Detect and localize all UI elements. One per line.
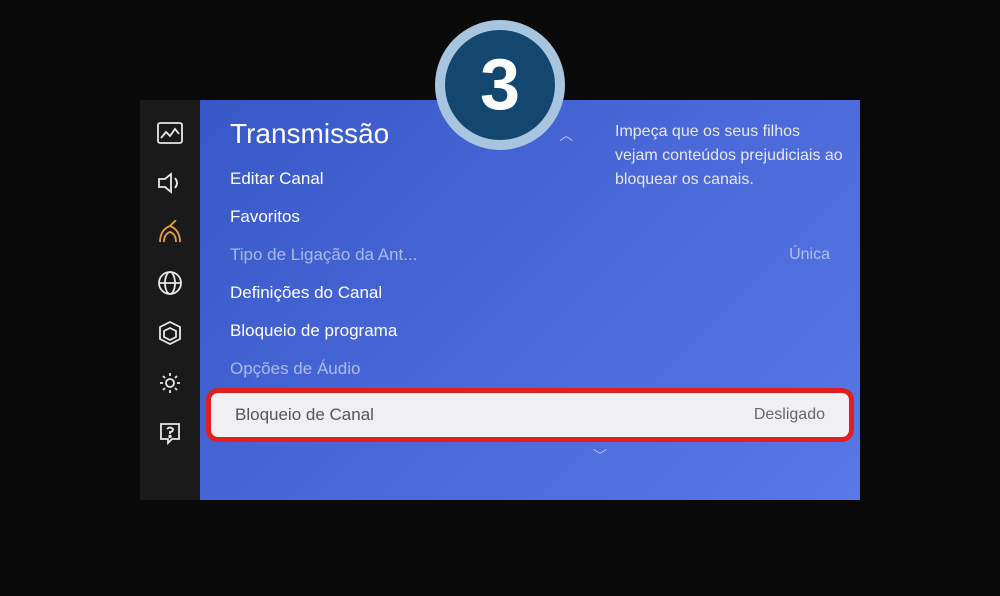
help-text: Impeça que os seus filhos vejam conteúdo…	[605, 110, 855, 202]
menu-item-favoritos[interactable]: Favoritos	[200, 198, 860, 236]
sidebar	[140, 100, 200, 500]
picture-icon[interactable]	[155, 118, 185, 148]
support-icon[interactable]	[155, 418, 185, 448]
system-icon[interactable]	[155, 318, 185, 348]
menu-label: Favoritos	[230, 207, 300, 227]
menu-label: Editar Canal	[230, 169, 324, 189]
menu-list: Editar Canal Favoritos Tipo de Ligação d…	[200, 160, 860, 442]
menu-item-tipo-ligacao[interactable]: Tipo de Ligação da Ant... Única	[200, 236, 860, 274]
panel-title: Transmissão	[200, 110, 419, 160]
menu-label: Bloqueio de Canal	[235, 405, 374, 425]
menu-label: Definições do Canal	[230, 283, 382, 303]
general-icon[interactable]	[155, 368, 185, 398]
broadcast-icon[interactable]	[155, 218, 185, 248]
menu-item-definicoes-canal[interactable]: Definições do Canal	[200, 274, 860, 312]
menu-item-bloqueio-canal[interactable]: Bloqueio de Canal Desligado	[206, 388, 854, 442]
menu-label: Bloqueio de programa	[230, 321, 397, 341]
menu-value: Única	[789, 246, 830, 264]
scroll-down-icon[interactable]: ﹀	[340, 442, 860, 466]
menu-label: Tipo de Ligação da Ant...	[230, 245, 417, 265]
sound-icon[interactable]	[155, 168, 185, 198]
step-badge: 3	[435, 20, 565, 150]
menu-item-opcoes-audio[interactable]: Opções de Áudio	[200, 350, 860, 388]
menu-label: Opções de Áudio	[230, 359, 360, 379]
menu-item-bloqueio-programa[interactable]: Bloqueio de programa	[200, 312, 860, 350]
network-icon[interactable]	[155, 268, 185, 298]
menu-value: Desligado	[754, 406, 825, 424]
step-number: 3	[445, 30, 555, 140]
